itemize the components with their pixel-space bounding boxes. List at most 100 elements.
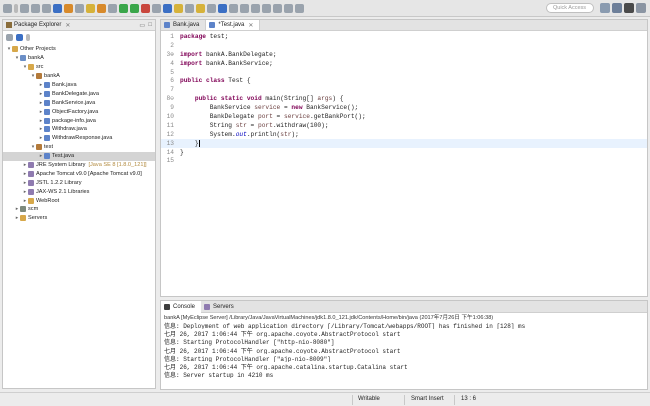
- tree-item[interactable]: ▾ test: [3, 143, 155, 152]
- tree-item[interactable]: ▸ Bank.java: [3, 81, 155, 90]
- console-panel: Console Servers bankA [MyEclipse Server] …: [160, 300, 648, 390]
- status-bar: Writable Smart Insert 13 : 6: [0, 392, 650, 406]
- code-line: 10 BankDelegate port = service.getBankPo…: [166, 112, 366, 120]
- package-explorer-tab[interactable]: Package Explorer ✕ ▭ □: [3, 20, 155, 31]
- package-explorer-title: Package Explorer: [14, 22, 62, 28]
- tree-item-label: bankA: [28, 55, 44, 62]
- code-line: 6 public class Test {: [170, 77, 251, 85]
- tree-item[interactable]: ▸ BankDelegate.java: [3, 89, 155, 98]
- show-whitespace-icon[interactable]: [229, 3, 238, 13]
- maximize-icon[interactable]: □: [148, 22, 152, 28]
- console-line: 信息: Deployment of web application direct…: [164, 323, 526, 330]
- tree-item-label: Withdraw.java: [52, 126, 87, 133]
- open-task-icon[interactable]: [185, 3, 194, 13]
- save-all-icon[interactable]: [31, 3, 40, 13]
- status-separator: [404, 395, 405, 405]
- project-icon: [20, 55, 26, 62]
- tree-item[interactable]: ▸ JRE System Library [Java SE 8 [1.8.0_121…: [3, 161, 155, 170]
- console-icon: [164, 303, 170, 310]
- refresh-icon[interactable]: [75, 3, 84, 13]
- new-package-icon[interactable]: [174, 3, 183, 13]
- open-perspective-icon[interactable]: [600, 3, 610, 13]
- run-icon[interactable]: [130, 3, 139, 13]
- save-icon[interactable]: [20, 3, 29, 13]
- editor-tab[interactable]: Bank.java: [161, 20, 207, 30]
- java-file-icon: [44, 126, 50, 133]
- close-icon[interactable]: ✕: [248, 22, 253, 29]
- tree-item[interactable]: ▸ Servers: [3, 214, 155, 223]
- cursor-position: 13 : 6: [461, 396, 477, 402]
- java-file-icon: [44, 82, 50, 88]
- java-file-icon: [44, 90, 50, 97]
- tree-item[interactable]: ▸ JSTL 1.2.2 Library: [3, 178, 155, 187]
- link-with-editor-icon[interactable]: [16, 33, 23, 41]
- tree-item[interactable]: ▸ WithdrawResponse.java: [3, 134, 155, 143]
- tree-item[interactable]: ▸ Apache Tomcat v9.0 [Apache Tomcat v9.0]: [3, 169, 155, 178]
- debug-perspective-icon[interactable]: [636, 3, 646, 13]
- external-tools-icon[interactable]: [152, 3, 161, 13]
- tree-item[interactable]: ▸ Withdraw.java: [3, 125, 155, 134]
- close-icon[interactable]: ✕: [65, 22, 70, 29]
- new-dropdown-icon[interactable]: [14, 3, 18, 13]
- java-file-icon: [44, 99, 50, 106]
- print-icon[interactable]: [42, 3, 51, 13]
- package-icon: [36, 73, 42, 80]
- editor-tab-bar: Bank.java *Test.java ✕: [161, 20, 647, 31]
- annotation-icon[interactable]: [207, 3, 216, 13]
- code-line: 5: [170, 68, 174, 76]
- collapse-all-icon[interactable]: [6, 33, 13, 41]
- tree-item[interactable]: ▾ src: [3, 63, 155, 72]
- console-line: 七月 26, 2017 1:06:44 下午 org.apache.coyote…: [164, 347, 401, 354]
- toggle-mark-icon[interactable]: [218, 3, 227, 13]
- server-icon[interactable]: [97, 3, 106, 13]
- editor-tab[interactable]: *Test.java ✕: [206, 20, 261, 30]
- forward-icon[interactable]: [295, 3, 304, 13]
- block-selection-icon[interactable]: [240, 3, 249, 13]
- tree-item[interactable]: ▸ WebRoot: [3, 196, 155, 205]
- tree-item[interactable]: ▸ ObjectFactory.java: [3, 107, 155, 116]
- tree-item-label: BankDelegate.java: [52, 90, 99, 97]
- tree-item[interactable]: ▸ BankService.java: [3, 98, 155, 107]
- search-icon[interactable]: [196, 3, 205, 13]
- tree-item-label: ObjectFactory.java: [52, 108, 99, 115]
- new-java-class-icon[interactable]: [163, 3, 172, 13]
- code-line-current: 13 }: [161, 138, 647, 148]
- debug-icon[interactable]: [53, 3, 62, 13]
- build-icon[interactable]: [64, 3, 73, 13]
- view-menu-icon[interactable]: [26, 33, 30, 41]
- console-tab-label: Console: [173, 303, 196, 310]
- tree-item-label: package-info.java: [52, 117, 96, 124]
- quick-access-input[interactable]: Quick Access: [546, 3, 594, 13]
- folder-icon: [20, 215, 26, 222]
- code-line: 3⊕ import bankA.BankDelegate;: [166, 50, 277, 58]
- package-icon: [36, 144, 42, 151]
- stop-icon[interactable]: [141, 3, 150, 13]
- console-tab[interactable]: Console: [161, 300, 202, 313]
- tree-item-label: WithdrawResponse.java: [52, 135, 113, 142]
- previous-annotation-icon[interactable]: [262, 3, 271, 13]
- console-tab[interactable]: Servers: [201, 301, 240, 313]
- tree-item-detail: [Java SE 8 [1.8.0_121]]: [88, 162, 147, 169]
- tree-item[interactable]: ▸ package-info.java: [3, 116, 155, 125]
- status-separator: [352, 395, 353, 405]
- tree-item[interactable]: ▾ bankA: [3, 54, 155, 63]
- next-annotation-icon[interactable]: [251, 3, 260, 13]
- back-icon[interactable]: [284, 3, 293, 13]
- java-perspective-icon[interactable]: [612, 3, 622, 13]
- open-type-icon[interactable]: [108, 3, 117, 13]
- tree-item[interactable]: ▸ JAX-WS 2.1 Libraries: [3, 187, 155, 196]
- console-output[interactable]: 信息: Deployment of web application direct…: [161, 321, 647, 378]
- new-icon[interactable]: [3, 3, 12, 13]
- minimize-icon[interactable]: ▭: [139, 22, 145, 29]
- last-edit-icon[interactable]: [273, 3, 282, 13]
- tree-item[interactable]: ▸ Test.java: [3, 151, 155, 161]
- code-area[interactable]: 1 package test; 2 3⊕ import bankA.BankDele…: [161, 32, 647, 165]
- tree-item[interactable]: ▾ bankA: [3, 72, 155, 81]
- myeclipse-perspective-icon[interactable]: [624, 3, 634, 13]
- tree-item-label: Servers: [28, 215, 48, 222]
- code-line: 15: [166, 157, 174, 165]
- tree-item[interactable]: ▾ Other Projects: [3, 45, 155, 54]
- debug-run-icon[interactable]: [119, 3, 128, 13]
- tree-item[interactable]: ▸ scm: [3, 205, 155, 214]
- deploy-icon[interactable]: [86, 3, 95, 13]
